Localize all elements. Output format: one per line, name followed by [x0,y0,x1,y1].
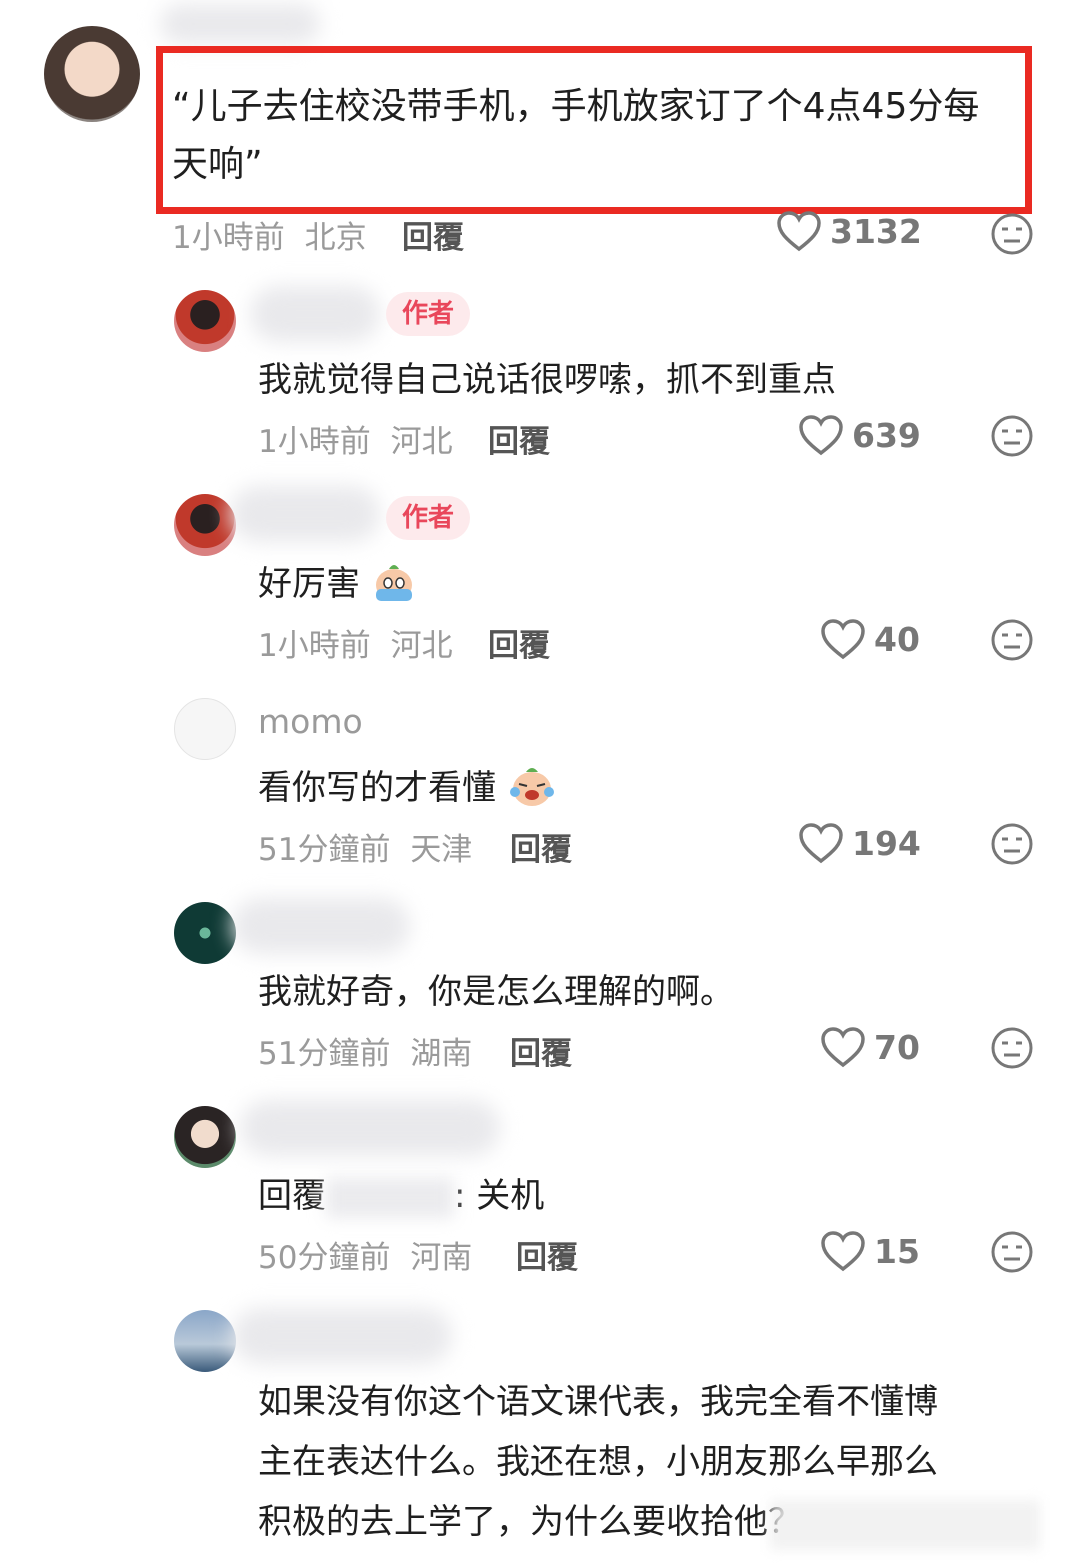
reply-text-line2: 主在表达什么。我还在想，小朋友那么早那么 [258,1442,938,1482]
author-avatar[interactable] [174,290,236,352]
reply-text-content: 看你写的才看懂 [258,768,496,808]
like-count: 194 [852,823,921,863]
top-commenter-avatar[interactable] [44,26,140,122]
reply-prefix: 回覆 [258,1176,326,1216]
timestamp: 1小時前 [172,220,285,256]
reply-text: 我就好奇，你是怎么理解的啊。 [258,972,734,1012]
reply-username-blurred [232,1308,452,1364]
reply-meta: 51分鐘前 天津 [258,824,472,869]
author-badge: 作者 [386,292,471,336]
reply-username-blurred [232,898,410,954]
heart-outline-icon [798,414,844,456]
top-comment-line2: 天响” [172,144,263,185]
top-comment-meta: 1小時前 北京 [172,212,367,257]
reply-meta: 50分鐘前 河南 [258,1232,472,1277]
reply-text: 我就觉得自己说话很啰嗦，抓不到重点 [258,360,836,400]
dislike-face-icon[interactable] [990,1026,1034,1070]
reply-button[interactable]: 回覆 [488,416,550,461]
reply-username-blurred [230,486,380,542]
location: 湖南 [410,1036,473,1072]
timestamp: 1小時前 [258,424,371,460]
reply-button[interactable]: 回覆 [402,212,464,257]
location: 河南 [410,1240,473,1276]
reply-text-content: 好厉害 [258,564,360,604]
location: 河北 [390,424,453,460]
dislike-face-icon[interactable] [990,1230,1034,1274]
top-comment-line1: “儿子去住校没带手机，手机放家订了个4点45分每 [172,86,980,127]
location: 北京 [304,220,367,256]
like-count: 40 [874,619,920,659]
reply-text: 好厉害 [258,556,417,612]
dislike-face-icon[interactable] [990,822,1034,866]
reply-button[interactable]: 回覆 [516,1232,578,1277]
reply-text-line1: 如果没有你这个语文课代表，我完全看不懂博 [258,1382,938,1422]
location: 河北 [390,628,453,664]
timestamp: 1小時前 [258,628,371,664]
like-button[interactable]: 70 [820,1026,920,1068]
reply-meta: 51分鐘前 湖南 [258,1028,472,1073]
dislike-face-icon[interactable] [990,618,1034,662]
reply-username[interactable]: momo [258,702,363,741]
top-commenter-name-blurred [160,4,320,44]
dislike-face-icon[interactable] [990,212,1034,256]
heart-outline-icon [798,822,844,864]
timestamp: 51分鐘前 [258,1036,391,1072]
like-button[interactable]: 194 [798,822,921,864]
reply-text-content: : 关机 [454,1176,545,1216]
watermark-blur [770,1500,1040,1550]
like-button[interactable]: 3132 [776,210,922,252]
reply-button[interactable]: 回覆 [488,620,550,665]
like-button[interactable]: 15 [820,1230,920,1272]
heart-outline-icon [820,1230,866,1272]
reply-text: 看你写的才看懂 [258,760,557,817]
mention-blurred [326,1177,454,1218]
reply-avatar[interactable] [174,1310,236,1372]
like-count: 3132 [830,211,922,251]
reply-meta: 1小時前 河北 [258,416,453,461]
reply-username-blurred [240,1100,500,1156]
reply-button[interactable]: 回覆 [510,824,572,869]
heart-outline-icon [776,210,822,252]
like-count: 639 [852,415,921,455]
author-avatar[interactable] [174,494,236,556]
dislike-face-icon[interactable] [990,414,1034,458]
timestamp: 51分鐘前 [258,832,391,868]
timestamp: 50分鐘前 [258,1240,391,1276]
crying-emoji-icon [507,762,557,817]
location: 天津 [410,832,473,868]
reply-button[interactable]: 回覆 [510,1028,572,1073]
heart-outline-icon [820,1026,866,1068]
like-count: 15 [874,1231,920,1271]
reply-username-blurred [250,286,380,342]
reply-avatar[interactable] [174,1106,236,1168]
like-button[interactable]: 40 [820,618,920,660]
author-badge: 作者 [386,496,471,540]
top-comment-text: “儿子去住校没带手机，手机放家订了个4点45分每 天响” [172,78,1032,194]
reply-text: 回覆 : 关机 [258,1168,544,1218]
like-button[interactable]: 639 [798,414,921,456]
reply-avatar[interactable] [174,902,236,964]
reply-meta: 1小時前 河北 [258,620,453,665]
heart-outline-icon [820,618,866,660]
like-count: 70 [874,1027,920,1067]
crying-emoji-icon [371,559,417,612]
momo-avatar[interactable] [174,698,236,760]
